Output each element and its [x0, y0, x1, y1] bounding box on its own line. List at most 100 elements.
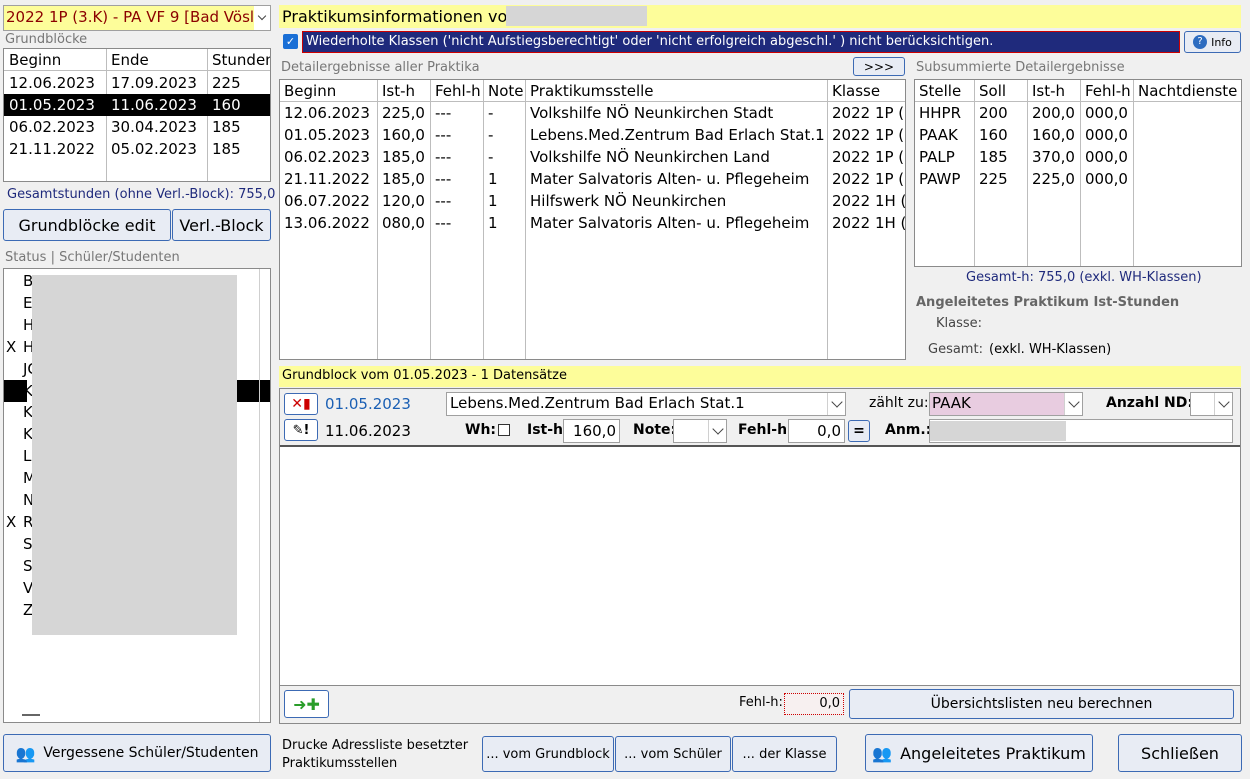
angeleitet-gesamt-label: Gesamt: — [928, 342, 983, 357]
vergessene-button[interactable]: 👥 Vergessene Schüler/Studenten — [3, 734, 271, 772]
help-icon: ? — [1193, 35, 1208, 49]
table-row[interactable]: PAAK 160 160,0 000,0 — [915, 124, 1241, 146]
equals-button[interactable]: = — [848, 420, 870, 442]
table-header: Stelle Soll Ist-h Fehl-h Nachtdienste — [915, 80, 1241, 102]
chevron-down-icon[interactable] — [1214, 393, 1232, 415]
ist-h-input[interactable]: 160,0 — [563, 419, 620, 443]
chevron-down-icon[interactable] — [708, 420, 726, 442]
druck-label-line2: Praktikumsstellen — [282, 756, 398, 771]
cell-ist-h: 160,0 — [382, 126, 425, 144]
record-end-date[interactable]: 11.06.2023 — [325, 422, 411, 440]
cell-ist-h: 225,0 — [382, 104, 425, 122]
der-klasse-button[interactable]: ... der Klasse — [732, 736, 837, 772]
cell-beginn: 06.02.2023 — [284, 148, 370, 166]
note-select[interactable] — [673, 419, 727, 443]
col-beginn: Beginn — [284, 82, 337, 100]
vom-grundblock-button[interactable]: ... vom Grundblock — [482, 736, 614, 772]
chevron-down-icon[interactable] — [254, 6, 270, 30]
wh-label: Wh: — [465, 422, 497, 438]
cell-beginn: 12.06.2023 — [284, 104, 370, 122]
cell-nachtdienste — [1135, 124, 1138, 146]
col-ist-h: Ist-h — [382, 82, 416, 100]
table-row-selected[interactable]: 01.05.2023 11.06.2023 160 — [4, 94, 270, 116]
summary-total: Gesamt-h: 755,0 (exkl. WH-Klassen) — [966, 270, 1202, 285]
note-label: Note: — [633, 422, 677, 438]
more-button[interactable]: >>> — [853, 57, 905, 76]
summary-table[interactable]: Stelle Soll Ist-h Fehl-h Nachtdienste HH… — [914, 79, 1242, 267]
chevron-down-icon[interactable] — [827, 393, 845, 415]
grundbloecke-label: Grundblöcke — [5, 32, 88, 47]
col-stelle: Stelle — [919, 82, 962, 100]
anm-input[interactable] — [929, 419, 1233, 443]
table-row[interactable]: 06.07.2022 120,0 --- 1 Hilfswerk NÖ Neunkirc… — [280, 190, 905, 212]
info-header: Praktikumsinformationen von: K — [279, 5, 1241, 28]
cell-klasse: 2022 1P (3 — [832, 170, 906, 188]
footer-fehl-label: Fehl-h: — [739, 695, 783, 710]
anm-label: Anm.: — [885, 422, 932, 438]
cell-beginn: 06.02.2023 — [9, 118, 95, 136]
students-header-label: Schüler/Studenten — [59, 250, 180, 265]
grundbloecke-table[interactable]: Beginn Ende Stunden 12.06.2023 17.09.202… — [3, 48, 271, 182]
record-start-date[interactable]: 01.05.2023 — [325, 395, 411, 413]
detail-table[interactable]: Beginn Ist-h Fehl-h Note Praktikumsstell… — [279, 79, 906, 360]
angeleitet-button[interactable]: 👥 Angeleitetes Praktikum — [865, 734, 1093, 772]
praktikumsstelle-select[interactable]: Lebens.Med.Zentrum Bad Erlach Stat.1 — [446, 392, 846, 416]
arrow-plus-icon: ➜✚ — [293, 694, 320, 714]
student-status — [4, 533, 20, 555]
table-row[interactable]: PALP 185 370,0 000,0 — [915, 146, 1241, 168]
cell-fehl-h: --- — [435, 214, 452, 232]
exclude-checkbox-label: Wiederholte Klassen ('nicht Aufstiegsber… — [306, 34, 994, 49]
zaehlt-zu-select[interactable]: PAAK — [929, 392, 1083, 416]
wh-checkbox[interactable] — [498, 424, 510, 436]
grundbloecke-edit-button[interactable]: Grundblöcke edit — [3, 209, 171, 241]
table-header: Beginn Ende Stunden — [4, 49, 270, 71]
exclude-checkbox[interactable]: ✓ — [283, 34, 298, 49]
table-row[interactable]: 06.02.2023 30.04.2023 185 — [4, 116, 270, 138]
cell-praktikumsstelle: Hilfswerk NÖ Neunkirchen — [530, 192, 727, 210]
table-row[interactable]: 13.06.2022 080,0 --- 1 Mater Salvatoris Alte… — [280, 212, 905, 234]
schliessen-button[interactable]: Schließen — [1118, 734, 1242, 772]
info-button[interactable]: ? Info — [1184, 31, 1241, 53]
cell-stunden: 185 — [212, 140, 241, 158]
col-fehl-h: Fehl-h — [435, 82, 481, 100]
table-row[interactable]: PAWP 225 225,0 000,0 — [915, 168, 1241, 190]
table-row[interactable]: 21.11.2022 185,0 --- 1 Mater Salvatoris Alte… — [280, 168, 905, 190]
gesamtstunden-label: Gesamtstunden (ohne Verl.-Block): 755,0 — [7, 187, 276, 202]
cell-praktikumsstelle: Volkshilfe NÖ Neunkirchen Land — [530, 148, 770, 166]
col-praktikumsstelle: Praktikumsstelle — [530, 82, 654, 100]
edit-record-button[interactable]: ✎! — [284, 419, 318, 441]
table-row[interactable]: HHPR 200 200,0 000,0 — [915, 102, 1241, 124]
table-row[interactable]: 21.11.2022 05.02.2023 185 — [4, 138, 270, 160]
cell-soll: 200 — [979, 104, 1008, 122]
scrollbar-grip[interactable] — [22, 714, 40, 716]
fehl-h-input[interactable]: 0,0 — [788, 419, 845, 443]
col-ist-h: Ist-h — [1032, 82, 1066, 100]
vom-schueler-button[interactable]: ... vom Schüler — [615, 736, 731, 772]
table-row[interactable]: 12.06.2023 17.09.2023 225 — [4, 72, 270, 94]
cell-beginn: 01.05.2023 — [9, 96, 95, 114]
verl-block-button[interactable]: Verl.-Block — [172, 209, 271, 241]
cell-ende: 05.02.2023 — [111, 140, 197, 158]
cell-praktikumsstelle: Lebens.Med.Zentrum Bad Erlach Stat.1 — [530, 126, 825, 144]
table-row[interactable]: 06.02.2023 185,0 --- - Volkshilfe NÖ Neunkir… — [280, 146, 905, 168]
table-row[interactable]: 01.05.2023 160,0 --- - Lebens.Med.Zentrum Ba… — [280, 124, 905, 146]
chevron-down-icon[interactable] — [1064, 393, 1082, 415]
cell-stunden: 225 — [212, 74, 241, 92]
class-select[interactable]: 2022 1P (3.K) - PA VF 9 [Bad Vöslau — [3, 5, 271, 31]
table-row[interactable]: 12.06.2023 225,0 --- - Volkshilfe NÖ Neunkir… — [280, 102, 905, 124]
cell-ist-h: 370,0 — [1032, 148, 1075, 166]
cell-ist-h: 080,0 — [382, 214, 425, 232]
student-status — [4, 292, 20, 314]
student-name: S — [23, 556, 33, 575]
students-list[interactable]: B E H X H JC K K K LI M N X R S S V Z — [3, 268, 271, 723]
anzahl-nd-select[interactable] — [1190, 392, 1233, 416]
table-header: Beginn Ist-h Fehl-h Note Praktikumsstell… — [280, 80, 905, 102]
info-button-label: Info — [1211, 35, 1232, 49]
cell-klasse: 2022 1P (3 — [832, 148, 906, 166]
student-name: K — [23, 403, 33, 422]
footer-fehl-value: 0,0 — [784, 693, 844, 715]
add-record-button[interactable]: ➜✚ — [284, 690, 329, 718]
delete-record-button[interactable]: ✕▮ — [284, 393, 318, 415]
cell-fehl-h: --- — [435, 170, 452, 188]
recalc-button[interactable]: Übersichtslisten neu berechnen — [849, 689, 1234, 719]
